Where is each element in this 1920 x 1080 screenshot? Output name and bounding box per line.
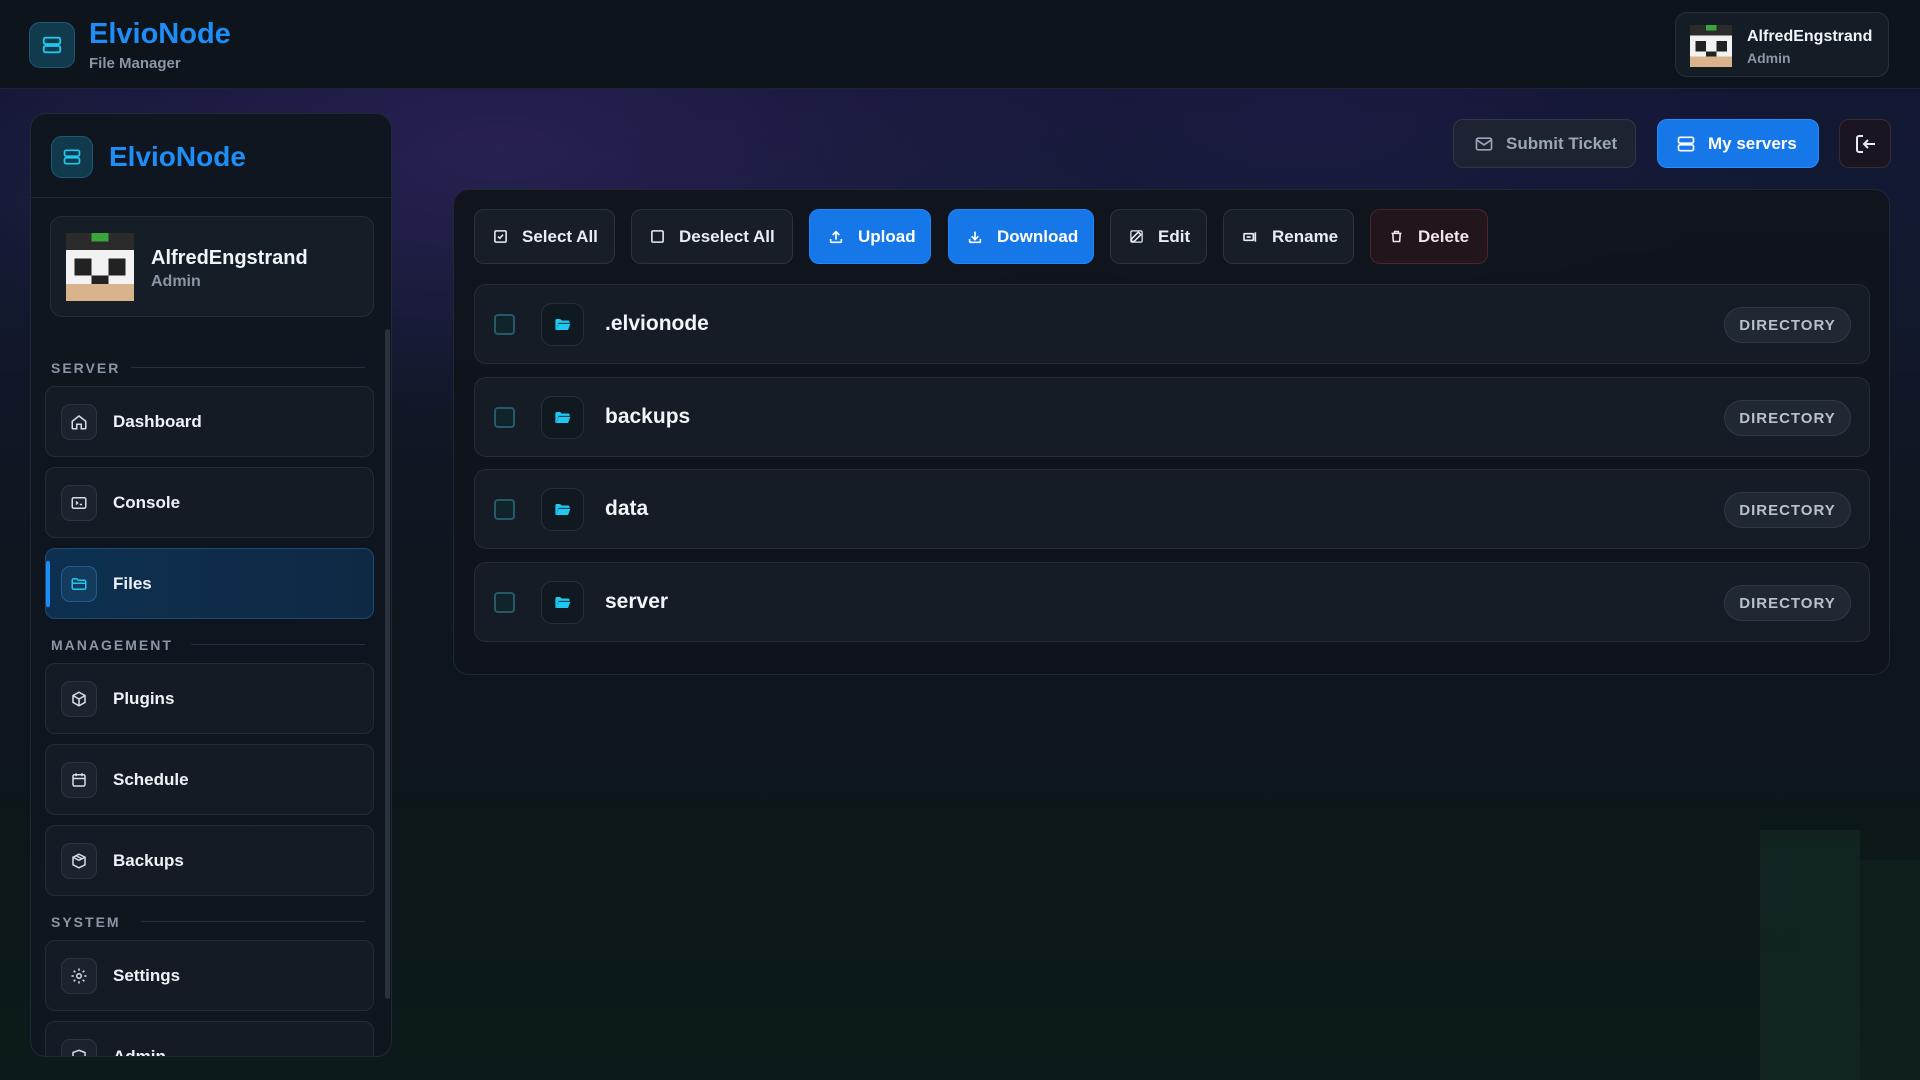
checkbox-empty-icon bbox=[650, 229, 665, 244]
sidebar-item-settings[interactable]: Settings bbox=[45, 940, 374, 1011]
box-icon bbox=[61, 843, 97, 879]
terminal-icon bbox=[61, 485, 97, 521]
divider bbox=[191, 644, 365, 645]
server-icon bbox=[1676, 134, 1696, 154]
edit-button[interactable]: Edit bbox=[1110, 209, 1207, 264]
sidebar-item-console[interactable]: Console bbox=[45, 467, 374, 538]
brand-title: ElvioNode bbox=[89, 18, 231, 50]
my-servers-label: My servers bbox=[1708, 133, 1797, 153]
download-button[interactable]: Download bbox=[948, 209, 1094, 264]
row-checkbox[interactable] bbox=[494, 592, 515, 613]
row-checkbox[interactable] bbox=[494, 499, 515, 520]
sidebar-item-label: Files bbox=[113, 574, 152, 593]
rename-label: Rename bbox=[1272, 226, 1339, 246]
top-bar: ElvioNode File Manager AlfredEngstrand A… bbox=[0, 0, 1920, 89]
sidebar-brand-title: ElvioNode bbox=[109, 141, 246, 172]
sidebar-item-plugins[interactable]: Plugins bbox=[45, 663, 374, 734]
delete-button[interactable]: Delete bbox=[1370, 209, 1488, 264]
sidebar-item-label: Console bbox=[113, 493, 181, 512]
sidebar-scrollbar[interactable] bbox=[385, 329, 390, 999]
select-all-label: Select All bbox=[522, 226, 598, 246]
folder-icon bbox=[61, 566, 97, 602]
rename-button[interactable]: Rename bbox=[1223, 209, 1354, 264]
row-checkbox[interactable] bbox=[494, 407, 515, 428]
file-name[interactable]: data bbox=[605, 497, 648, 521]
submit-ticket-label: Submit Ticket bbox=[1506, 133, 1618, 153]
sidebar-item-label: Plugins bbox=[113, 689, 175, 708]
avatar bbox=[1690, 25, 1732, 67]
shield-icon bbox=[61, 1039, 97, 1056]
user-name: AlfredEngstrand bbox=[1747, 28, 1873, 45]
download-icon bbox=[967, 229, 983, 245]
server-logo-icon bbox=[29, 22, 75, 68]
cube-icon bbox=[61, 681, 97, 717]
folder-icon bbox=[541, 488, 584, 531]
sidebar-item-files[interactable]: Files bbox=[45, 548, 374, 619]
file-row[interactable]: backups DIRECTORY bbox=[474, 377, 1870, 457]
edit-label: Edit bbox=[1158, 226, 1191, 246]
logout-icon bbox=[1853, 132, 1877, 156]
edit-icon bbox=[1129, 229, 1144, 244]
user-role: Admin bbox=[1747, 50, 1791, 66]
sidebar: ElvioNode AlfredEngstrand Admin SERVER D… bbox=[30, 113, 392, 1057]
folder-icon bbox=[541, 581, 584, 624]
sidebar-user-card: AlfredEngstrand Admin bbox=[50, 216, 374, 317]
section-label-management: MANAGEMENT bbox=[51, 637, 173, 653]
sidebar-user-role: Admin bbox=[151, 273, 201, 290]
sidebar-item-label: Backups bbox=[113, 851, 184, 870]
select-all-button[interactable]: Select All bbox=[474, 209, 615, 264]
upload-button[interactable]: Upload bbox=[809, 209, 931, 264]
sidebar-item-backups[interactable]: Backups bbox=[45, 825, 374, 896]
file-row[interactable]: server DIRECTORY bbox=[474, 562, 1870, 642]
type-badge: DIRECTORY bbox=[1724, 492, 1851, 528]
sidebar-header: ElvioNode bbox=[31, 114, 391, 198]
sidebar-item-admin[interactable]: Admin bbox=[45, 1021, 374, 1057]
file-name[interactable]: server bbox=[605, 590, 668, 614]
folder-icon bbox=[541, 303, 584, 346]
sidebar-item-label: Schedule bbox=[113, 770, 189, 789]
logout-button[interactable] bbox=[1839, 119, 1891, 168]
type-badge: DIRECTORY bbox=[1724, 307, 1851, 343]
sidebar-item-dashboard[interactable]: Dashboard bbox=[45, 386, 374, 457]
row-checkbox[interactable] bbox=[494, 314, 515, 335]
my-servers-button[interactable]: My servers bbox=[1657, 119, 1819, 168]
rename-icon bbox=[1242, 229, 1258, 245]
trash-icon bbox=[1389, 229, 1404, 244]
sidebar-item-schedule[interactable]: Schedule bbox=[45, 744, 374, 815]
folder-icon bbox=[541, 396, 584, 439]
file-name[interactable]: backups bbox=[605, 405, 690, 429]
mail-icon bbox=[1474, 134, 1494, 154]
page-subtitle: File Manager bbox=[89, 55, 181, 72]
gear-icon bbox=[61, 958, 97, 994]
avatar bbox=[66, 233, 134, 301]
type-badge: DIRECTORY bbox=[1724, 400, 1851, 436]
sidebar-item-label: Admin bbox=[113, 1047, 166, 1057]
calendar-icon bbox=[61, 762, 97, 798]
deselect-all-button[interactable]: Deselect All bbox=[631, 209, 793, 264]
download-label: Download bbox=[997, 226, 1079, 246]
submit-ticket-button[interactable]: Submit Ticket bbox=[1453, 119, 1636, 168]
checkbox-checked-icon bbox=[493, 229, 508, 244]
divider bbox=[131, 367, 365, 368]
server-logo-icon bbox=[51, 136, 93, 178]
file-row[interactable]: .elvionode DIRECTORY bbox=[474, 284, 1870, 364]
sidebar-user-name: AlfredEngstrand bbox=[151, 247, 308, 269]
sidebar-item-label: Settings bbox=[113, 966, 181, 985]
upload-icon bbox=[828, 229, 844, 245]
delete-label: Delete bbox=[1418, 226, 1470, 246]
sidebar-item-label: Dashboard bbox=[113, 412, 202, 431]
type-badge: DIRECTORY bbox=[1724, 585, 1851, 621]
section-label-system: SYSTEM bbox=[51, 914, 121, 930]
user-menu[interactable]: AlfredEngstrand Admin bbox=[1675, 12, 1889, 77]
file-name[interactable]: .elvionode bbox=[605, 312, 709, 336]
deselect-all-label: Deselect All bbox=[679, 226, 775, 246]
divider bbox=[141, 921, 365, 922]
file-row[interactable]: data DIRECTORY bbox=[474, 469, 1870, 549]
home-icon bbox=[61, 404, 97, 440]
section-label-server: SERVER bbox=[51, 360, 121, 376]
upload-label: Upload bbox=[858, 226, 916, 246]
